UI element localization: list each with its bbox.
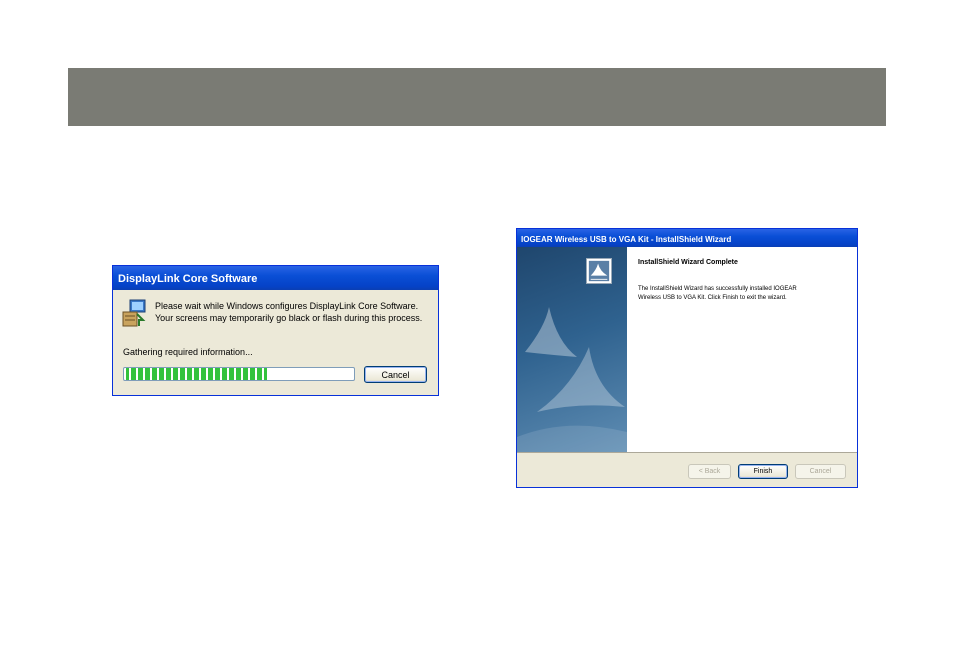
status-text: Gathering required information... [123,347,253,357]
installshield-wizard-dialog: IOGEAR Wireless USB to VGA Kit - Install… [516,228,858,488]
wizard-heading: InstallShield Wizard Complete [638,259,738,266]
button-area-separator [517,452,857,453]
body-line-2: Wireless USB to VGA Kit. Click Finish to… [638,295,787,301]
progress-bar [123,367,355,381]
message-line-1: Please wait while Windows configures Dis… [155,301,419,311]
wizard-title-bar[interactable]: IOGEAR Wireless USB to VGA Kit - Install… [517,229,857,247]
progress-bar-fill [124,368,267,380]
cancel-button[interactable]: Cancel [795,464,846,479]
message-line-2: Your screens may temporarily go black or… [155,313,423,323]
header-banner [68,68,886,126]
installer-icon [122,299,146,327]
wizard-body-text: The InstallShield Wizard has successfull… [638,285,797,303]
dialog-message: Please wait while Windows configures Dis… [155,300,422,324]
installshield-logo-icon [586,258,612,284]
wizard-content-area [627,247,857,452]
displaylink-progress-dialog: DisplayLink Core Software Please wait wh… [112,265,439,396]
body-line-1: The InstallShield Wizard has successfull… [638,286,797,292]
dialog-title-bar[interactable]: DisplayLink Core Software [113,266,438,290]
finish-button[interactable]: Finish [738,464,788,479]
cancel-button[interactable]: Cancel [364,366,427,383]
back-button[interactable]: < Back [688,464,731,479]
